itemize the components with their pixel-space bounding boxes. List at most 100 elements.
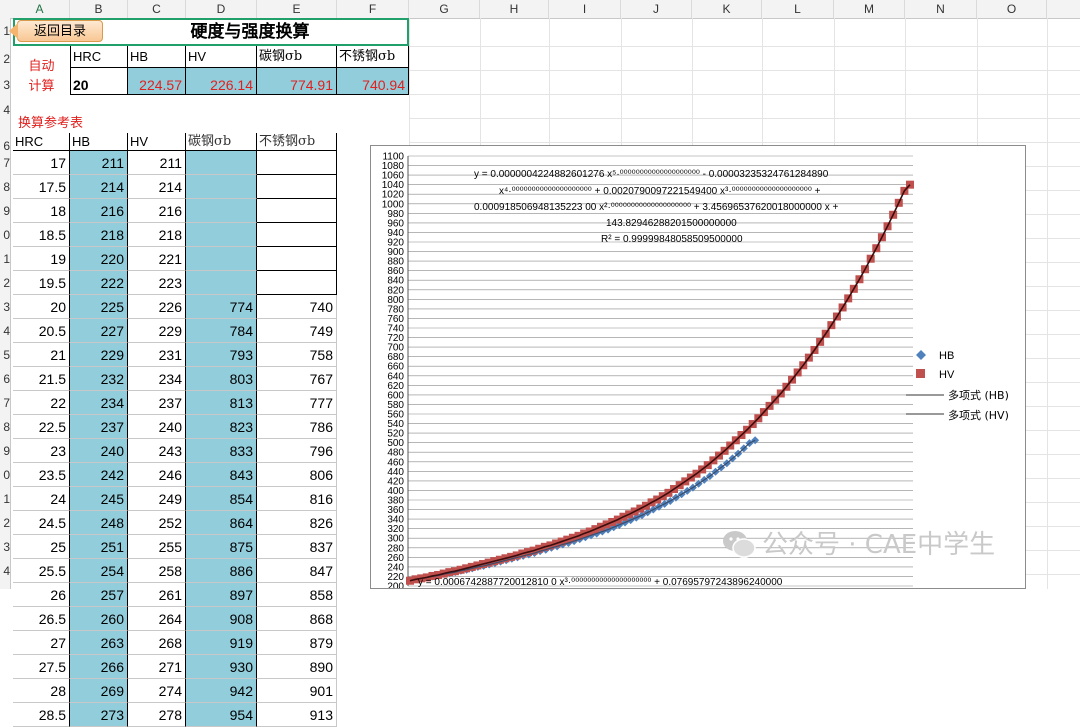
ref-table-cell[interactable]: 868 [257,607,337,631]
conversion-chart[interactable]: 1100 1080 1060 1040 1020 1000 980 960 940 920 900 8… [370,145,1026,593]
ref-table-cell[interactable]: 231 [128,343,186,367]
ref-table-cell[interactable]: 777 [257,391,337,415]
auto-header-cell[interactable]: HB [128,46,186,68]
ref-table-cell[interactable]: 28 [13,679,70,703]
ref-table-cell[interactable]: 913 [257,703,337,727]
ref-table-cell[interactable]: 237 [128,391,186,415]
column-header-E[interactable]: E [257,0,337,18]
hrc-input[interactable]: 20 [70,68,128,95]
ref-table-cell[interactable]: 243 [128,439,186,463]
column-header-I[interactable]: I [549,0,621,18]
ref-table-cell[interactable]: 22.5 [13,415,70,439]
ref-header-cell[interactable]: HRC [13,133,70,151]
auto-result-cell[interactable]: 740.94 [337,68,409,95]
ref-table-cell[interactable]: 19.5 [13,271,70,295]
ref-table-cell[interactable]: 242 [70,463,128,487]
ref-table-cell[interactable]: 823 [186,415,257,439]
ref-table-cell[interactable]: 251 [70,535,128,559]
ref-table-cell[interactable] [186,247,257,271]
ref-table-cell[interactable]: 774 [186,295,257,319]
row-header-17[interactable]: 7 [0,396,10,410]
ref-table-cell[interactable]: 740 [257,295,337,319]
ref-table-cell[interactable]: 864 [186,511,257,535]
row-header-6[interactable]: 6 [0,139,10,153]
ref-table-cell[interactable]: 225 [70,295,128,319]
ref-table-cell[interactable]: 218 [128,223,186,247]
ref-table-cell[interactable]: 23.5 [13,463,70,487]
auto-result-cell[interactable]: 226.14 [186,68,257,95]
column-header-G[interactable]: G [409,0,480,18]
row-header-16[interactable]: 6 [0,372,10,386]
column-header-O[interactable]: O [977,0,1047,18]
ref-table-cell[interactable]: 854 [186,487,257,511]
ref-table-cell[interactable]: 17 [13,151,70,175]
ref-table-cell[interactable]: 21 [13,343,70,367]
ref-table-cell[interactable]: 214 [128,175,186,199]
ref-table-cell[interactable]: 20.5 [13,319,70,343]
ref-table-cell[interactable]: 847 [257,559,337,583]
ref-table-cell[interactable]: 240 [70,439,128,463]
ref-table-cell[interactable]: 269 [70,679,128,703]
ref-table-cell[interactable] [257,223,337,247]
row-header-24[interactable]: 4 [0,564,10,578]
auto-header-cell[interactable]: 不锈钢σb [337,46,409,68]
ref-table-cell[interactable]: 816 [257,487,337,511]
column-header-H[interactable]: H [480,0,549,18]
auto-header-cell[interactable]: 碳钢σb [257,46,337,68]
row-header-12[interactable]: 2 [0,276,10,290]
ref-header-cell[interactable]: HV [128,133,186,151]
row-header-20[interactable]: 0 [0,468,10,482]
column-header-F[interactable]: F [337,0,409,18]
ref-table-cell[interactable]: 237 [70,415,128,439]
ref-table-cell[interactable]: 260 [70,607,128,631]
column-header-M[interactable]: M [834,0,905,18]
ref-table-cell[interactable]: 227 [70,319,128,343]
ref-table-cell[interactable]: 19 [13,247,70,271]
ref-table-cell[interactable]: 890 [257,655,337,679]
column-header-B[interactable]: B [70,0,128,18]
ref-table-cell[interactable]: 222 [70,271,128,295]
column-header-D[interactable]: D [186,0,257,18]
ref-header-cell[interactable]: HB [70,133,128,151]
ref-table-cell[interactable]: 908 [186,607,257,631]
ref-table-cell[interactable] [257,175,337,199]
row-header-11[interactable]: 1 [0,252,10,266]
ref-table-cell[interactable]: 826 [257,511,337,535]
ref-table-cell[interactable] [186,271,257,295]
ref-header-cell[interactable]: 碳钢σb [186,133,257,151]
ref-table-cell[interactable]: 758 [257,343,337,367]
ref-table-cell[interactable]: 784 [186,319,257,343]
ref-table-cell[interactable]: 24 [13,487,70,511]
column-header-C[interactable]: C [128,0,186,18]
ref-table-cell[interactable]: 806 [257,463,337,487]
ref-table-cell[interactable]: 266 [70,655,128,679]
ref-table-cell[interactable]: 21.5 [13,367,70,391]
auto-header-cell[interactable]: HRC [70,46,128,68]
ref-table-cell[interactable]: 24.5 [13,511,70,535]
ref-table-cell[interactable] [186,175,257,199]
ref-table-cell[interactable]: 886 [186,559,257,583]
ref-table-cell[interactable]: 234 [128,367,186,391]
ref-table-cell[interactable]: 25 [13,535,70,559]
ref-header-cell[interactable]: 不锈钢σb [257,133,337,151]
ref-table-cell[interactable]: 837 [257,535,337,559]
ref-table-cell[interactable]: 954 [186,703,257,727]
ref-table-cell[interactable]: 216 [128,199,186,223]
ref-table-cell[interactable]: 20 [13,295,70,319]
column-header-K[interactable]: K [692,0,762,18]
ref-table-cell[interactable] [186,223,257,247]
column-header-J[interactable]: J [621,0,692,18]
ref-table-cell[interactable] [186,199,257,223]
ref-table-cell[interactable]: 879 [257,631,337,655]
ref-table-cell[interactable] [257,271,337,295]
row-header-18[interactable]: 8 [0,420,10,434]
ref-table-cell[interactable]: 245 [70,487,128,511]
ref-table-cell[interactable]: 240 [128,415,186,439]
ref-table-cell[interactable]: 214 [70,175,128,199]
ref-table-cell[interactable]: 858 [257,583,337,607]
auto-result-cell[interactable]: 224.57 [128,68,186,95]
ref-table-cell[interactable] [186,151,257,175]
ref-table-cell[interactable]: 249 [128,487,186,511]
ref-table-cell[interactable]: 274 [128,679,186,703]
ref-table-cell[interactable]: 27 [13,631,70,655]
